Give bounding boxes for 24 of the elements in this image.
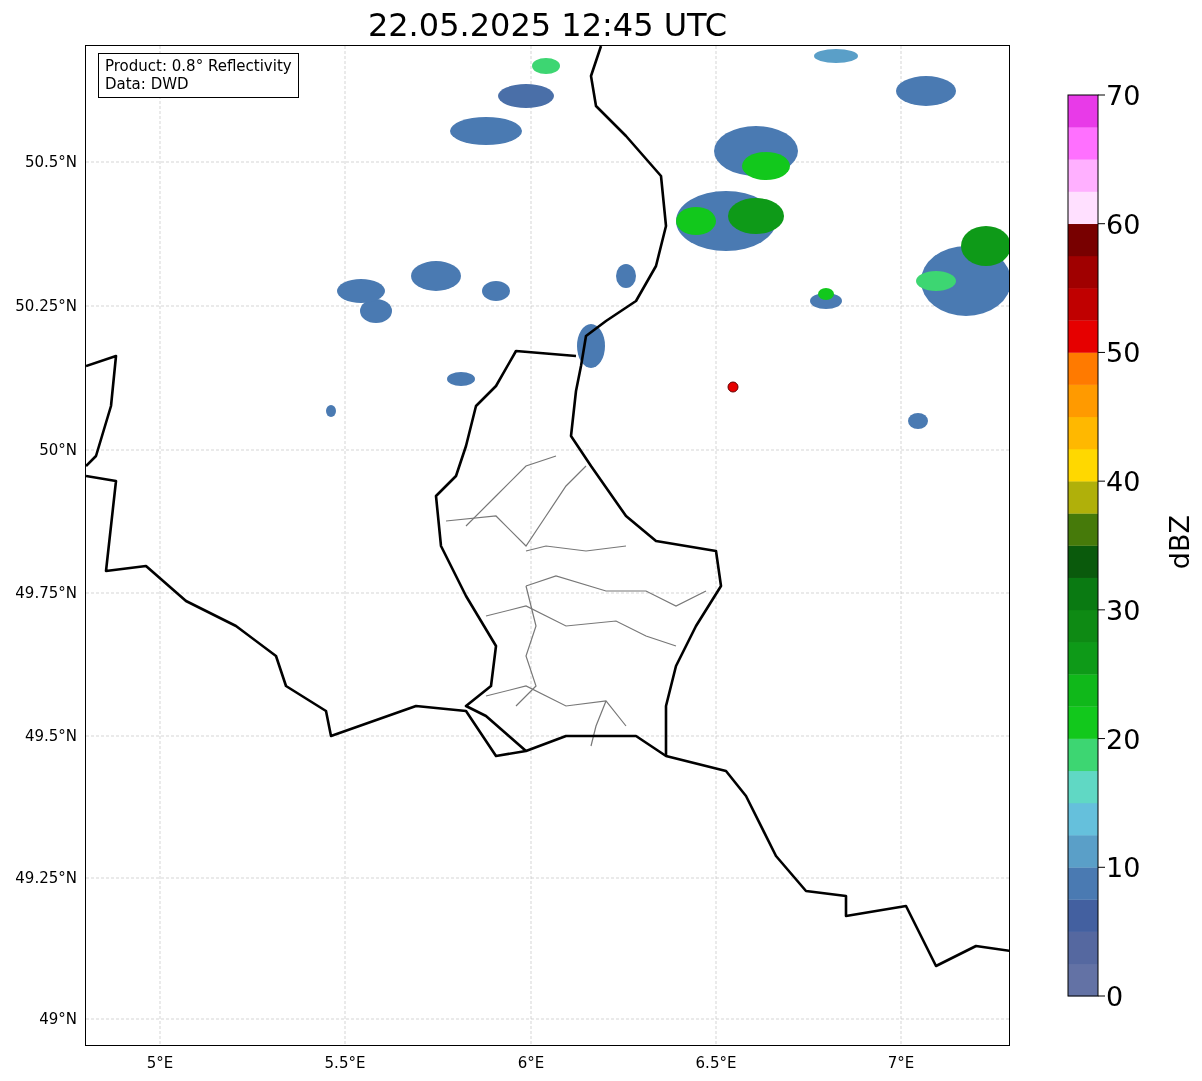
- longitude-label: 5.5°E: [324, 1054, 366, 1072]
- latitude-label: 49.25°N: [15, 869, 77, 887]
- colorbar-label: dBZ: [1166, 515, 1193, 570]
- latitude-label: 49°N: [39, 1010, 77, 1028]
- info-text: Data: DWD: [105, 75, 190, 93]
- latitude-label: 50.25°N: [15, 297, 77, 315]
- longitude-label: 7°E: [887, 1054, 915, 1072]
- latitude-label: 50°N: [39, 441, 77, 459]
- latitude-label: 50.5°N: [24, 153, 77, 171]
- colorbar-tick-label: 60: [1106, 210, 1141, 238]
- colorbar-tick-label: 0: [1106, 982, 1124, 1010]
- colorbar-tick-label: 70: [1106, 81, 1141, 109]
- chart-title: 22.05.2025 12:45 UTC: [367, 4, 728, 41]
- colorbar-tick-label: 20: [1106, 725, 1141, 753]
- longitude-label: 6°E: [517, 1054, 545, 1072]
- longitude-label: 5°E: [146, 1054, 174, 1072]
- longitude-label: 6.5°E: [695, 1054, 737, 1072]
- latitude-label: 49.5°N: [24, 727, 77, 745]
- colorbar-tick-label: 50: [1106, 338, 1141, 366]
- colorbar-tick-label: 10: [1106, 853, 1141, 881]
- colorbar-tick-label: 30: [1106, 596, 1141, 624]
- colorbar-tick-label: 40: [1106, 467, 1141, 495]
- latitude-label: 49.75°N: [15, 584, 77, 602]
- info-text: Product: 0.8° Reflectivity: [105, 57, 292, 75]
